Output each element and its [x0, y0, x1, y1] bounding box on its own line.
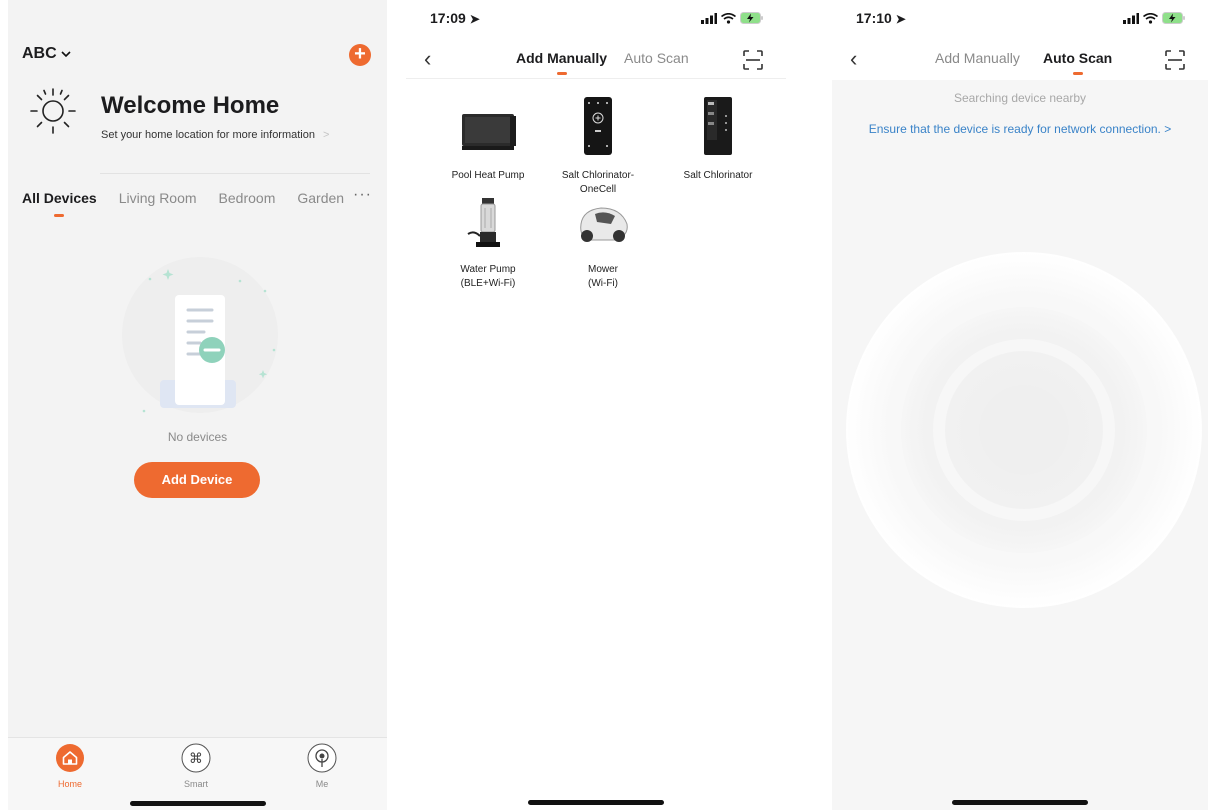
profile-icon — [307, 743, 337, 773]
tab-add-manually[interactable]: Add Manually — [516, 50, 607, 75]
tabbar-smart[interactable]: ⌘ Smart — [166, 743, 226, 789]
nav-divider — [406, 78, 786, 79]
status-time: 17:09 ➤ — [430, 10, 480, 26]
status-time: 17:10 ➤ — [856, 10, 906, 26]
device-name: Pool Heat Pump — [451, 170, 525, 181]
more-dots-icon[interactable]: ··· — [353, 186, 372, 204]
nav-bar: ‹ Add Manually Auto Scan — [406, 46, 786, 78]
tab-add-manually[interactable]: Add Manually — [935, 50, 1020, 66]
water-pump-image — [467, 198, 500, 247]
device-name: Salt Chlorinator — [683, 170, 753, 181]
scan-code-icon[interactable] — [1164, 49, 1186, 71]
salt-chlorinator-image — [704, 97, 732, 155]
room-tabs: All Devices Living Room Bedroom Garden — [22, 190, 344, 217]
add-device-button[interactable]: Add Device — [134, 462, 260, 498]
nav-bar: ‹ Add Manually Auto Scan — [832, 46, 1208, 78]
salt-chlorinator-onecell-image — [584, 97, 612, 155]
home-indicator — [528, 800, 664, 805]
home-screen: ABC + Welcome Home Set your home locatio… — [8, 0, 387, 810]
device-salt-chlorinator[interactable]: Salt Chlorinator — [668, 96, 768, 183]
sun-icon — [30, 88, 76, 134]
device-pool-heat-pump[interactable]: Pool Heat Pump — [438, 100, 538, 183]
pool-heat-pump-image — [462, 114, 516, 150]
searching-text: Searching device nearby — [953, 91, 1087, 105]
wifi-icon — [1143, 12, 1158, 24]
command-icon: ⌘ — [181, 743, 211, 773]
location-prompt: Set your home location for more informat… — [101, 129, 315, 141]
wifi-icon — [721, 12, 736, 24]
bottom-tab-bar: Home ⌘ Smart Me — [8, 737, 387, 810]
device-salt-chlorinator-onecell[interactable]: Salt Chlorinator- OneCell — [548, 96, 648, 197]
tab-auto-scan[interactable]: Auto Scan — [624, 50, 689, 66]
status-bar: 17:09 ➤ — [406, 10, 786, 28]
no-devices-text: No devices — [167, 430, 228, 444]
divider — [100, 173, 370, 174]
tabbar-home-label: Home — [57, 779, 82, 789]
scan-code-icon[interactable] — [742, 49, 764, 71]
radar-scan-animation — [846, 252, 1202, 608]
tab-bedroom[interactable]: Bedroom — [219, 190, 276, 206]
tab-living-room[interactable]: Living Room — [119, 190, 197, 206]
chevron-right-icon: > — [323, 129, 330, 141]
tab-all-devices[interactable]: All Devices — [22, 190, 97, 217]
tabbar-smart-label: Smart — [183, 779, 208, 789]
back-chevron-icon[interactable]: ‹ — [424, 46, 431, 72]
device-name-line2: (BLE+Wi-Fi) — [460, 278, 516, 289]
battery-charging-icon — [1162, 12, 1185, 24]
device-mower[interactable]: Mower (Wi-Fi) — [553, 194, 653, 291]
device-name: Mower — [587, 264, 618, 275]
home-name: ABC — [22, 45, 57, 62]
status-bar: 17:10 ➤ — [832, 10, 1208, 28]
home-indicator — [952, 800, 1088, 805]
ensure-ready-link[interactable]: Ensure that the device is ready for netw… — [832, 122, 1208, 136]
device-name: Salt Chlorinator- — [561, 170, 635, 181]
tabbar-me-label: Me — [315, 779, 329, 789]
add-manually-screen: 17:09 ➤ ‹ Add Manually Auto Scan Pool He… — [406, 0, 786, 810]
tabbar-home[interactable]: Home — [40, 743, 100, 789]
device-name-line2: (Wi-Fi) — [588, 278, 618, 289]
svg-text:⌘: ⌘ — [189, 751, 203, 767]
tabbar-me[interactable]: Me — [292, 743, 352, 789]
battery-charging-icon — [740, 12, 763, 24]
home-indicator — [129, 801, 266, 806]
tab-garden[interactable]: Garden — [297, 190, 344, 206]
welcome-title: Welcome Home — [101, 92, 280, 119]
empty-devices-illustration — [122, 257, 278, 413]
device-name: Water Pump — [460, 264, 516, 275]
chevron-down-icon — [61, 51, 71, 58]
back-chevron-icon[interactable]: ‹ — [850, 46, 857, 72]
home-icon — [56, 744, 84, 772]
mower-image — [580, 207, 628, 242]
add-icon[interactable]: + — [349, 44, 371, 66]
set-location-link[interactable]: Set your home location for more informat… — [101, 129, 329, 141]
device-water-pump[interactable]: Water Pump (BLE+Wi-Fi) — [438, 194, 538, 291]
signal-icon — [701, 12, 717, 24]
auto-scan-screen: 17:10 ➤ ‹ Add Manually Auto Scan Searchi… — [832, 0, 1208, 810]
home-selector[interactable]: ABC — [22, 45, 71, 63]
signal-icon — [1123, 12, 1139, 24]
tab-auto-scan[interactable]: Auto Scan — [1043, 50, 1112, 75]
